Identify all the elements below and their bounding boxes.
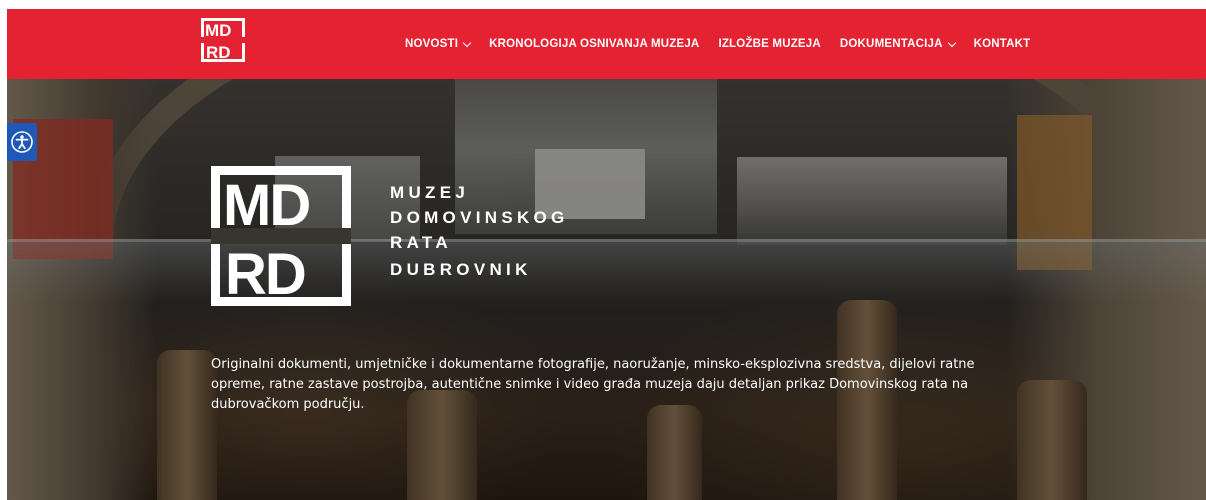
nav-izlozbe[interactable]: IZLOŽBE MUZEJA — [718, 38, 820, 50]
brand-line-2: DOMOVINSKOG — [390, 208, 569, 227]
nav-kronologija-label: KRONOLOGIJA OSNIVANJA MUZEJA — [489, 38, 700, 50]
chevron-down-icon — [462, 38, 472, 47]
brand-line-4: DUBROVNIK — [390, 260, 532, 279]
brand-line-1: MUZEJ — [390, 183, 470, 202]
accessibility-button[interactable] — [7, 123, 37, 161]
main-nav: NOVOSTI KRONOLOGIJA OSNIVANJA MUZEJA IZL… — [405, 9, 1049, 79]
chevron-down-icon — [947, 38, 956, 47]
hero-section — [7, 79, 1206, 500]
nav-novosti[interactable]: NOVOSTI — [405, 38, 472, 50]
nav-dokumentacija[interactable]: DOKUMENTACIJA — [839, 38, 956, 50]
svg-text:RD: RD — [225, 242, 305, 306]
nav-kontakt[interactable]: KONTAKT — [974, 38, 1031, 50]
svg-text:MD: MD — [205, 21, 231, 40]
nav-kontakt-label: KONTAKT — [973, 38, 1031, 50]
brand-line-3: RATA — [390, 233, 452, 252]
svg-text:MD: MD — [223, 173, 309, 238]
site-header: MD RD NOVOSTI KRONOLOGIJA OSNIVANJA MUZE… — [7, 9, 1206, 79]
nav-kronologija[interactable]: KRONOLOGIJA OSNIVANJA MUZEJA — [489, 38, 699, 50]
hero-overlay — [7, 79, 1206, 500]
nav-dokumentacija-label: DOKUMENTACIJA — [839, 38, 943, 50]
page: MD RD NOVOSTI KRONOLOGIJA OSNIVANJA MUZE… — [7, 9, 1206, 500]
nav-novosti-label: NOVOSTI — [405, 38, 459, 50]
nav-izlozbe-label: IZLOŽBE MUZEJA — [718, 38, 821, 50]
museum-logo-large: MD RD — [211, 166, 351, 306]
hero-description: Originalni dokumenti, umjetničke i dokum… — [211, 357, 975, 412]
svg-text:RD: RD — [206, 43, 231, 62]
accessibility-icon — [11, 131, 33, 153]
museum-logo[interactable]: MD RD — [201, 18, 245, 62]
